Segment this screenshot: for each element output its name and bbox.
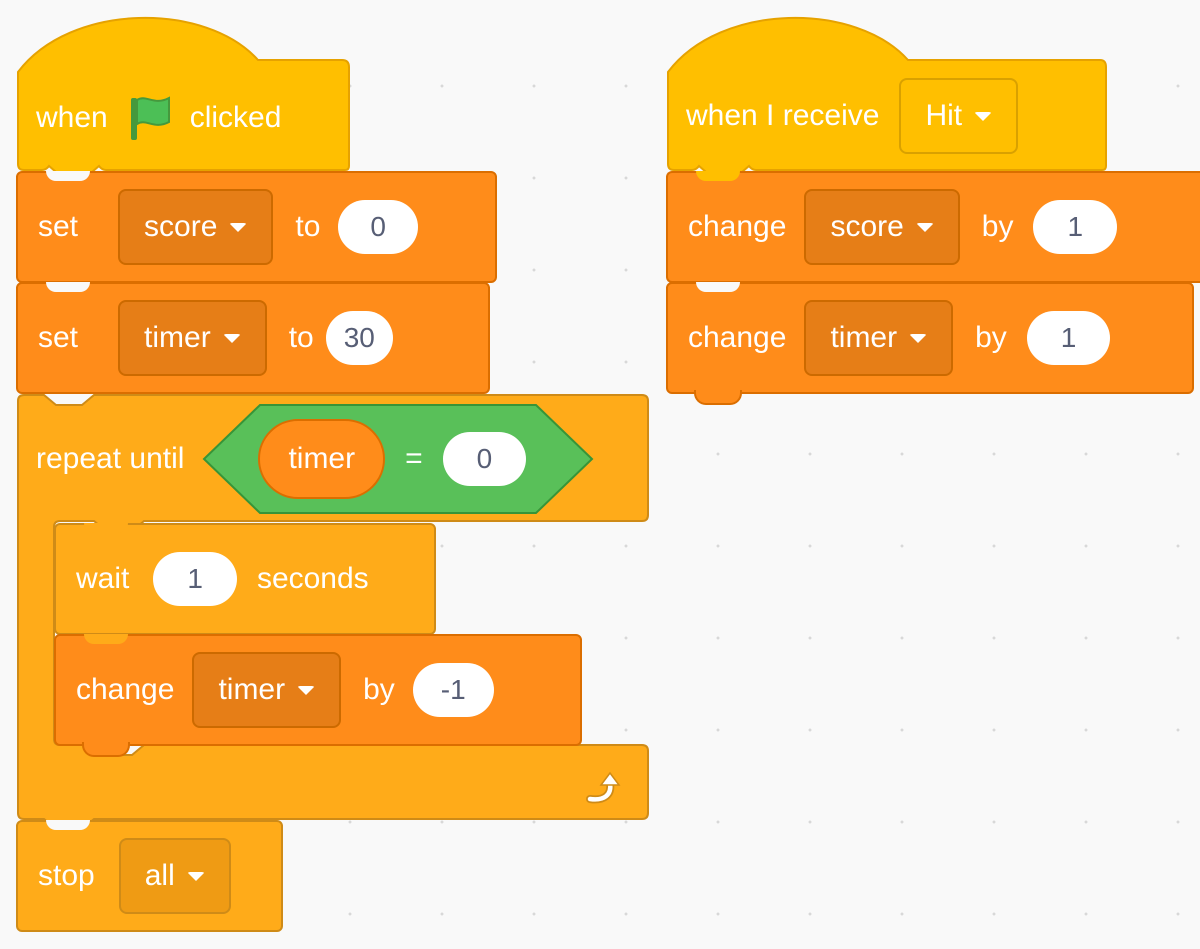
block-notch <box>46 282 90 292</box>
change-label: change <box>76 673 175 706</box>
block-tab <box>82 742 130 757</box>
variable-dropdown-timer[interactable]: timer <box>804 300 954 376</box>
block-notch <box>84 523 128 533</box>
set-label: set <box>38 321 79 354</box>
clicked-label: clicked <box>189 101 282 134</box>
green-flag-icon <box>128 94 172 142</box>
variable-name: score <box>144 210 218 243</box>
loop-arrow-icon <box>584 771 624 810</box>
chevron-down-icon <box>229 222 248 232</box>
variable-name: timer <box>830 321 898 354</box>
message-dropdown[interactable]: Hit <box>899 78 1019 154</box>
wait-seconds-input[interactable]: 1 <box>153 552 237 606</box>
repeat-until-label: repeat until <box>36 442 185 475</box>
variable-name: score <box>830 210 904 243</box>
compare-value-input[interactable]: 0 <box>442 432 527 486</box>
message-name: Hit <box>925 99 963 132</box>
chevron-down-icon <box>222 333 241 343</box>
stop-option-value: all <box>144 859 175 892</box>
change-timer-block[interactable]: change timer by -1 <box>54 634 582 757</box>
block-notch <box>46 171 90 181</box>
change-timer-block[interactable]: change timer by 1 <box>666 282 1194 405</box>
variable-dropdown-score[interactable]: score <box>804 189 960 265</box>
to-label: to <box>288 321 314 354</box>
change-label: change <box>688 210 787 243</box>
stop-all-block[interactable]: stop all <box>16 820 283 932</box>
chevron-down-icon <box>909 333 928 343</box>
block-notch <box>46 820 90 830</box>
chevron-down-icon <box>297 685 316 695</box>
by-label: by <box>363 673 395 706</box>
chevron-down-icon <box>186 871 205 881</box>
wait-label: wait <box>76 562 130 595</box>
chevron-down-icon <box>915 222 934 232</box>
variable-dropdown-score[interactable]: score <box>118 189 274 265</box>
stop-option-dropdown[interactable]: all <box>118 838 231 914</box>
variable-dropdown-timer[interactable]: timer <box>118 300 267 376</box>
when-i-receive-label: when I receive <box>686 99 880 132</box>
block-notch <box>84 634 128 644</box>
by-label: by <box>981 210 1014 243</box>
block-tab <box>694 390 742 405</box>
timer-reporter[interactable]: timer <box>258 419 386 499</box>
when-label: when <box>36 101 108 134</box>
change-score-block[interactable]: change score by 1 <box>666 171 1200 283</box>
value-input[interactable]: 30 <box>325 311 393 365</box>
change-label: change <box>688 321 787 354</box>
seconds-label: seconds <box>256 562 369 595</box>
equals-condition[interactable]: timer = 0 <box>202 403 594 515</box>
wait-block[interactable]: wait 1 seconds <box>54 523 436 635</box>
repeat-until-block[interactable]: repeat until timer = 0 wait 1 seconds ch… <box>16 393 650 821</box>
equals-operator: = <box>405 442 423 475</box>
block-notch <box>696 282 740 292</box>
set-label: set <box>38 210 79 243</box>
by-label: by <box>975 321 1007 354</box>
value-input[interactable]: 0 <box>338 200 418 254</box>
set-score-block[interactable]: set score to 0 <box>16 171 497 283</box>
variable-name: timer <box>218 673 286 706</box>
stop-label: stop <box>38 859 95 892</box>
change-value-input[interactable]: 1 <box>1026 311 1111 365</box>
change-value-input[interactable]: 1 <box>1033 200 1118 254</box>
set-timer-block[interactable]: set timer to 30 <box>16 282 490 394</box>
change-value-input[interactable]: -1 <box>412 663 494 717</box>
chevron-down-icon <box>974 111 993 121</box>
variable-dropdown-timer[interactable]: timer <box>192 652 342 728</box>
variable-name: timer <box>144 321 211 354</box>
block-notch <box>696 171 740 181</box>
when-flag-clicked-block[interactable]: when clicked <box>16 16 351 172</box>
to-label: to <box>295 210 321 243</box>
when-i-receive-block[interactable]: when I receive Hit <box>666 16 1108 172</box>
